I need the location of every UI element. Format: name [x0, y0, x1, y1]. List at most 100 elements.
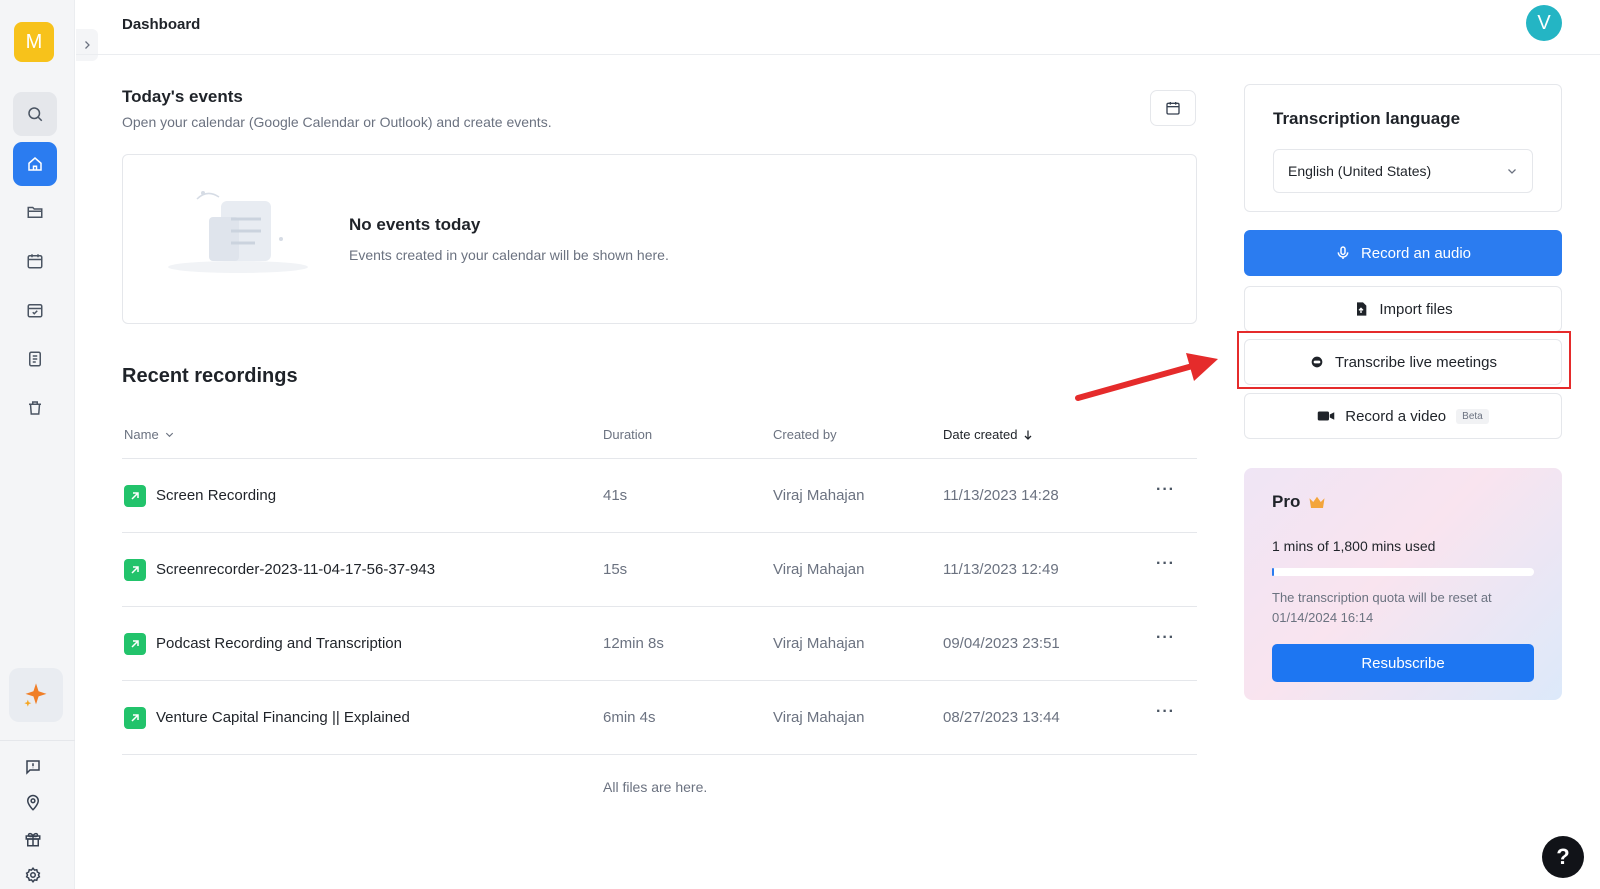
settings-button[interactable]	[24, 866, 44, 886]
recording-duration: 12min 8s	[603, 635, 664, 652]
beta-badge: Beta	[1456, 408, 1489, 424]
column-name-header[interactable]: Name	[124, 427, 175, 442]
table-row[interactable]: Screen Recording 41s Viraj Mahajan 11/13…	[122, 459, 1197, 533]
recording-name[interactable]: Screenrecorder-2023-11-04-17-56-37-943	[156, 561, 435, 578]
row-more-icon[interactable]: ···	[1156, 629, 1180, 649]
recording-created-by: Viraj Mahajan	[773, 561, 865, 578]
folder-icon	[27, 206, 43, 218]
column-name-label: Name	[124, 427, 159, 442]
recording-duration: 6min 4s	[603, 709, 656, 726]
quota-progress-fill	[1272, 568, 1275, 576]
import-files-label: Import files	[1379, 300, 1453, 318]
location-pin-icon	[26, 794, 40, 811]
plan-title: Pro	[1272, 492, 1326, 512]
transcription-language-card: Transcription language English (United S…	[1244, 84, 1562, 212]
recording-date: 11/13/2023 14:28	[943, 487, 1059, 504]
nav-files[interactable]	[13, 190, 57, 234]
record-audio-label: Record an audio	[1360, 244, 1472, 262]
import-files-button[interactable]: Import files	[1244, 286, 1562, 332]
workspace-logo[interactable]: M	[14, 22, 54, 62]
highlight-box	[1237, 331, 1571, 389]
file-upload-icon	[1357, 302, 1367, 316]
recording-created-by: Viraj Mahajan	[773, 635, 865, 652]
recording-name[interactable]: Venture Capital Financing || Explained	[156, 709, 410, 726]
table-row[interactable]: Venture Capital Financing || Explained 6…	[122, 681, 1197, 755]
all-files-link[interactable]: All files are here.	[603, 779, 707, 795]
column-date-created-label: Date created	[943, 427, 1018, 442]
help-button[interactable]: ?	[1542, 836, 1584, 878]
chevron-down-icon	[165, 432, 173, 438]
recording-duration: 15s	[603, 561, 628, 578]
nav-home[interactable]	[13, 142, 57, 186]
open-calendar-button[interactable]	[1150, 90, 1196, 126]
search-icon	[28, 107, 43, 122]
location-button[interactable]	[24, 794, 44, 814]
column-duration-header: Duration	[603, 427, 652, 442]
recording-date: 11/13/2023 12:49	[943, 561, 1059, 578]
arrow-down-icon	[1024, 430, 1032, 440]
row-more-icon[interactable]: ···	[1156, 481, 1180, 501]
document-icon	[29, 351, 41, 367]
events-card: No events today Events created in your c…	[122, 154, 1197, 324]
home-icon	[28, 157, 42, 171]
events-subtitle: Open your calendar (Google Calendar or O…	[122, 114, 552, 130]
column-created-by-header: Created by	[773, 427, 837, 442]
sidebar: M	[0, 0, 75, 889]
no-events-subtitle: Events created in your calendar will be …	[349, 247, 669, 263]
trash-icon	[29, 401, 41, 415]
recording-file-icon	[124, 485, 146, 507]
feedback-button[interactable]	[24, 758, 44, 778]
recording-created-by: Viraj Mahajan	[773, 487, 865, 504]
column-date-created-header[interactable]: Date created	[943, 427, 1034, 442]
nav-calendar[interactable]	[13, 239, 57, 283]
record-video-button[interactable]: Record a video Beta	[1244, 393, 1562, 439]
chevron-down-icon	[1508, 169, 1516, 174]
recording-file-icon	[124, 707, 146, 729]
table-row[interactable]: Screenrecorder-2023-11-04-17-56-37-943 1…	[122, 533, 1197, 607]
usage-text: 1 mins of 1,800 mins used	[1272, 538, 1436, 554]
crown-icon	[1309, 496, 1325, 508]
column-duration-label: Duration	[603, 427, 653, 442]
nav-trash[interactable]	[13, 386, 57, 430]
nav-schedule[interactable]	[13, 288, 57, 332]
no-events-title: No events today	[349, 215, 481, 234]
gift-icon	[25, 832, 41, 847]
calendar-icon	[27, 254, 43, 269]
row-more-icon[interactable]: ···	[1156, 703, 1180, 723]
feedback-icon	[26, 760, 40, 775]
recording-date: 08/27/2023 13:44	[943, 709, 1060, 726]
sidebar-divider	[0, 740, 75, 741]
row-more-icon[interactable]: ···	[1156, 555, 1180, 575]
resubscribe-button[interactable]: Resubscribe	[1272, 644, 1534, 682]
settings-icon	[25, 867, 41, 883]
quota-reset-note: The transcription quota will be reset at…	[1272, 590, 1492, 625]
transcription-language-title: Transcription language	[1273, 109, 1461, 128]
recording-file-icon	[124, 559, 146, 581]
recording-name[interactable]: Screen Recording	[156, 487, 276, 504]
microphone-icon	[1337, 246, 1349, 259]
quota-progress-bar	[1272, 568, 1534, 576]
recording-created-by: Viraj Mahajan	[773, 709, 865, 726]
top-bar: Dashboard V	[76, 0, 1600, 55]
user-avatar[interactable]: V	[1526, 5, 1562, 41]
record-video-label: Record a video	[1345, 407, 1447, 425]
empty-events-illustration-icon	[168, 191, 308, 273]
gift-button[interactable]	[24, 830, 44, 850]
recording-name[interactable]: Podcast Recording and Transcription	[156, 635, 402, 652]
recent-recordings-title: Recent recordings	[122, 365, 298, 387]
page-title: Dashboard	[122, 16, 201, 33]
table-row[interactable]: Podcast Recording and Transcription 12mi…	[122, 607, 1197, 681]
events-title: Today's events	[122, 87, 243, 106]
language-select-value: English (United States)	[1288, 163, 1432, 179]
nav-notes[interactable]	[13, 337, 57, 381]
annotation-arrow-icon	[1075, 353, 1218, 401]
recording-date: 09/04/2023 23:51	[943, 635, 1060, 652]
column-created-by-label: Created by	[773, 427, 837, 442]
language-select[interactable]: English (United States)	[1273, 149, 1533, 193]
ai-assistant-button[interactable]	[9, 668, 63, 722]
recording-file-icon	[124, 633, 146, 655]
record-audio-button[interactable]: Record an audio	[1244, 230, 1562, 276]
video-camera-icon	[1318, 411, 1335, 421]
calendar-check-icon	[27, 304, 43, 318]
search-button[interactable]	[13, 92, 57, 136]
